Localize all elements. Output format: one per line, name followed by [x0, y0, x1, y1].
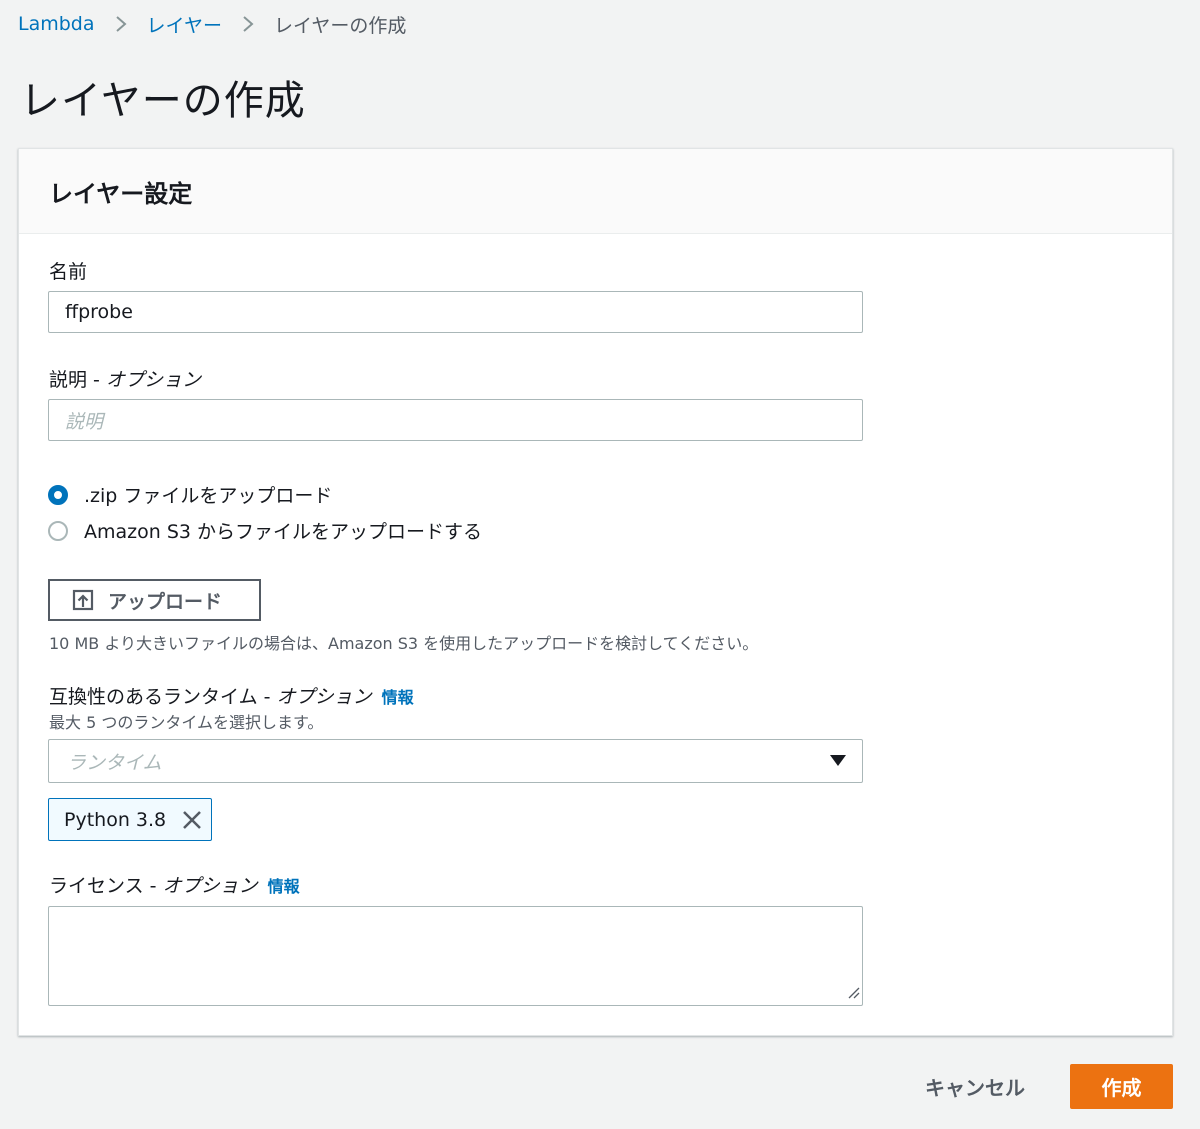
breadcrumb-lambda[interactable]: Lambda — [18, 13, 95, 35]
runtimes-label-text: 互換性のあるランタイム - — [49, 686, 277, 708]
license-label-optional: オプション — [162, 875, 258, 897]
radio-button-checked[interactable] — [48, 484, 68, 505]
runtimes-hint: 最大 5 つのランタイムを選択します。 — [49, 713, 324, 732]
radio-upload-zip-label: .zip ファイルをアップロード — [84, 485, 333, 507]
description-label-text: 説明 - — [49, 369, 106, 391]
runtimes-info-link[interactable]: 情報 — [382, 688, 414, 707]
layer-settings-panel: レイヤー設定 名前 ffprobe 説明 - オプション 説明 .zip ファイ… — [18, 148, 1173, 1036]
caret-down-icon — [830, 750, 846, 772]
breadcrumb-layers[interactable]: レイヤー — [147, 11, 222, 38]
description-placeholder: 説明 — [65, 410, 104, 433]
panel-title: レイヤー設定 — [49, 179, 193, 208]
upload-button-label: アップロード — [108, 590, 223, 613]
description-label: 説明 - オプション — [49, 365, 201, 392]
runtime-select-placeholder: ランタイム — [67, 751, 162, 774]
license-label: ライセンス - オプション 情報 — [49, 871, 300, 898]
description-input[interactable]: 説明 — [48, 399, 863, 441]
page-title: レイヤーの作成 — [20, 78, 306, 124]
license-info-link[interactable]: 情報 — [268, 877, 300, 896]
resize-grip-icon[interactable] — [846, 984, 860, 1003]
runtimes-label: 互換性のあるランタイム - オプション 情報 — [49, 682, 414, 709]
upload-icon — [72, 589, 94, 611]
license-label-text: ライセンス - — [49, 875, 163, 897]
description-label-optional: オプション — [105, 369, 201, 391]
cancel-button[interactable]: キャンセル — [905, 1064, 1045, 1109]
upload-button[interactable]: アップロード — [48, 579, 261, 621]
radio-button[interactable] — [48, 520, 68, 541]
name-input-value: ffprobe — [65, 301, 133, 323]
name-input[interactable]: ffprobe — [48, 291, 863, 333]
breadcrumb-current: レイヤーの作成 — [273, 14, 407, 37]
runtimes-label-optional: オプション — [276, 686, 372, 708]
runtime-token: Python 3.8 — [48, 798, 212, 841]
runtime-select[interactable]: ランタイム — [48, 739, 863, 783]
chevron-right-icon — [242, 15, 254, 33]
breadcrumb: Lambda レイヤー レイヤーの作成 — [18, 10, 406, 38]
runtime-token-label: Python 3.8 — [64, 808, 167, 831]
radio-upload-zip[interactable]: .zip ファイルをアップロード — [48, 481, 332, 508]
name-label: 名前 — [49, 261, 88, 283]
radio-upload-s3-label: Amazon S3 からファイルをアップロードする — [84, 521, 483, 543]
chevron-right-icon — [115, 15, 127, 33]
panel-header: レイヤー設定 — [19, 149, 1172, 234]
license-textarea[interactable] — [48, 906, 863, 1006]
upload-hint: 10 MB より大きいファイルの場合は、Amazon S3 を使用したアップロー… — [49, 634, 759, 653]
create-button[interactable]: 作成 — [1070, 1064, 1173, 1109]
radio-upload-s3[interactable]: Amazon S3 からファイルをアップロードする — [48, 517, 482, 544]
close-icon[interactable] — [181, 809, 203, 831]
